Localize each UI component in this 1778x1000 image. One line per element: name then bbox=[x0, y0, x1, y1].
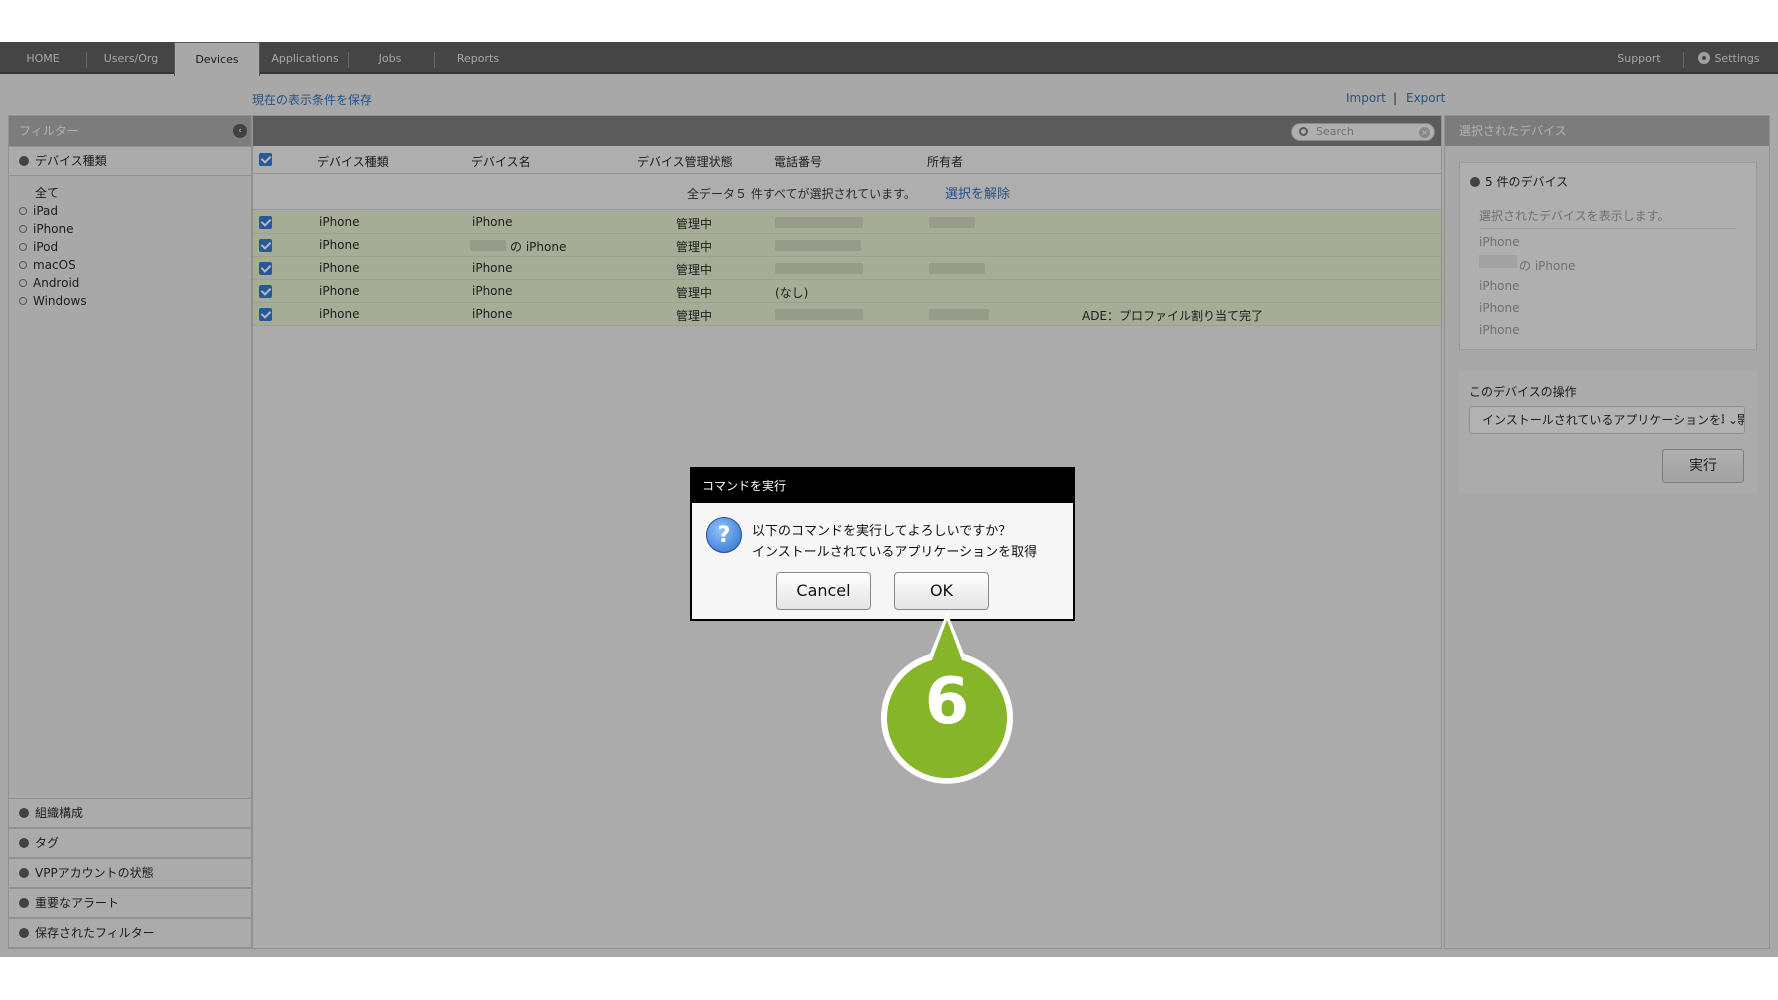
question-icon: ? bbox=[706, 517, 742, 553]
ok-button[interactable]: OK bbox=[894, 572, 989, 610]
confirm-dialog: コマンドを実行 ? 以下のコマンドを実行してよろしいですか？ インストールされて… bbox=[690, 467, 1075, 621]
step-callout: 6 bbox=[872, 612, 1022, 792]
dialog-message-line1: 以下のコマンドを実行してよろしいですか？ bbox=[752, 524, 1012, 539]
dialog-title: コマンドを実行 bbox=[692, 469, 1073, 503]
cancel-button[interactable]: Cancel bbox=[776, 572, 871, 610]
dialog-message-line2: インストールされているアプリケーションを取得 bbox=[752, 545, 1038, 560]
step-number: 6 bbox=[924, 665, 970, 739]
